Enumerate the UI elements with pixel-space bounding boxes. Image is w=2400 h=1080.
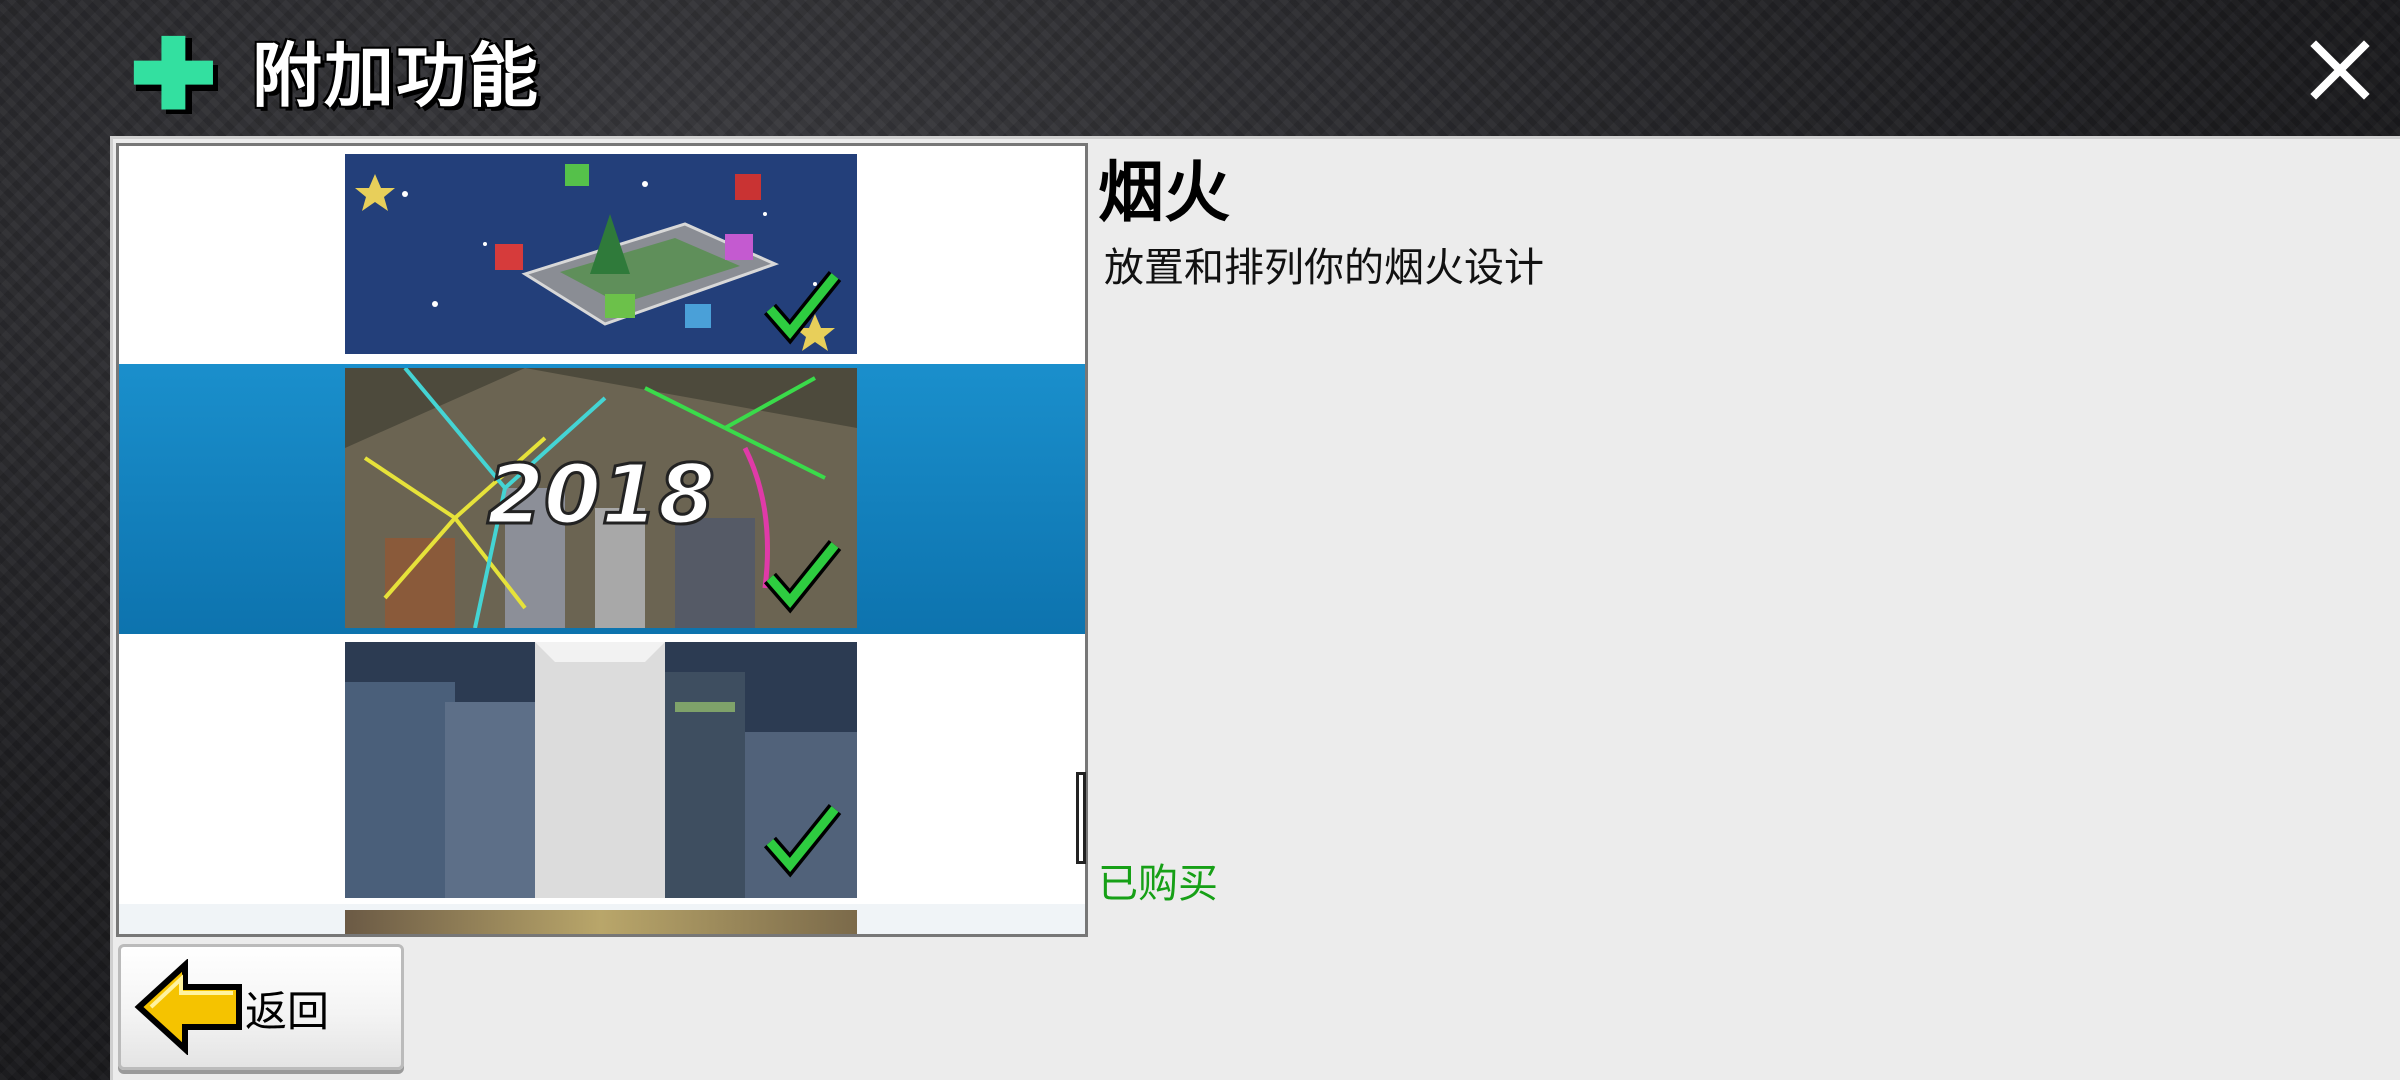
title-bar: 附加功能	[0, 0, 2400, 140]
close-icon[interactable]	[2300, 30, 2380, 110]
addon-list[interactable]: 2018	[116, 143, 1088, 937]
purchase-status: 已购买	[1098, 861, 1218, 907]
back-arrow-icon	[134, 959, 242, 1055]
thumbnail-fireworks: 2018	[345, 368, 857, 628]
back-button-label: 返回	[245, 987, 330, 1036]
detail-description: 放置和排列你的烟火设计	[1104, 245, 1544, 291]
list-item-fireworks[interactable]: 2018	[119, 364, 1085, 634]
list-item-partial[interactable]	[119, 904, 1085, 934]
plus-icon	[133, 35, 218, 114]
thumbnail-skyscrapers	[345, 642, 857, 898]
thumbnail-partial	[345, 910, 857, 934]
detail-title: 烟火	[1098, 154, 1230, 231]
list-scrollbar[interactable]	[1076, 772, 1086, 864]
fireworks-banner-text: 2018	[487, 448, 715, 543]
thumbnail-holiday	[345, 154, 857, 354]
list-item-holiday[interactable]	[119, 146, 1085, 360]
page-title: 附加功能	[252, 35, 540, 117]
back-button[interactable]: 返回	[118, 944, 404, 1070]
list-item-skyscrapers[interactable]	[119, 636, 1085, 900]
